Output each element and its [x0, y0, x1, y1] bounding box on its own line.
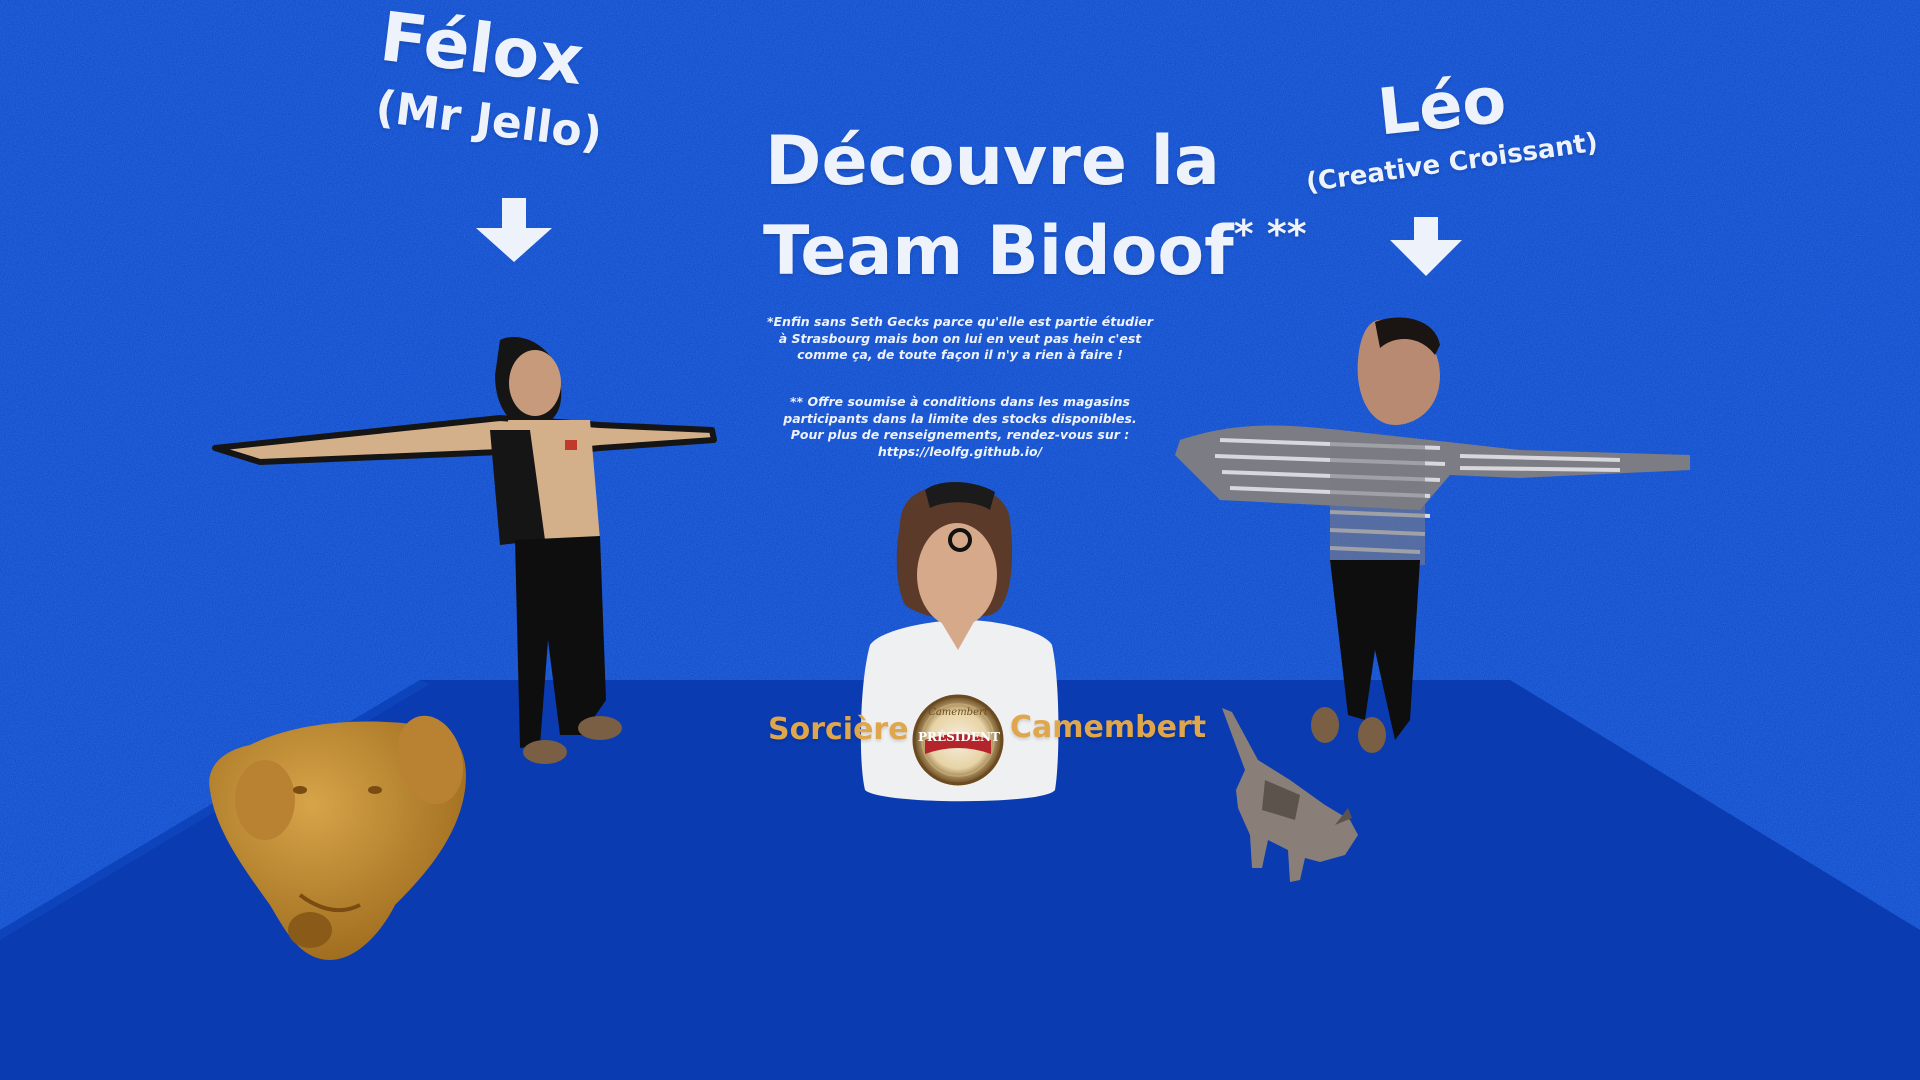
footnote-link[interactable]: https://leolfg.github.io/: [740, 444, 1180, 461]
title-asterisks: * **: [1233, 212, 1307, 256]
footnote-line: comme ça, de toute façon il n'y a rien à…: [797, 347, 1123, 362]
page-title-line2: Team Bidoof* **: [763, 212, 1307, 291]
page-title-line1: Découvre la: [765, 122, 1220, 201]
footnote-seth: *Enfin sans Seth Gecks parce qu'elle est…: [740, 314, 1180, 364]
footnote-offer: ** Offre soumise à conditions dans les m…: [740, 394, 1180, 460]
title-team: Team Bidoof: [763, 212, 1234, 291]
badge-brand-text: PRÉSIDENT: [918, 730, 1000, 744]
footnote-line: ** Offre soumise à conditions dans les m…: [790, 394, 1130, 409]
footnote-line: *Enfin sans Seth Gecks parce qu'elle est…: [766, 314, 1154, 329]
footnote-line: Pour plus de renseignements, rendez-vous…: [790, 427, 1130, 442]
leo-name: Léo: [1374, 63, 1510, 151]
footnote-line: à Strasbourg mais bon on lui en veut pas…: [778, 330, 1142, 346]
sorciere-label: Sorcière: [768, 712, 909, 747]
camembert-label: Camembert: [1010, 710, 1207, 745]
badge-top-text: Camembert: [928, 707, 988, 718]
footnote-line: participants dans la limite des stocks d…: [783, 410, 1137, 426]
